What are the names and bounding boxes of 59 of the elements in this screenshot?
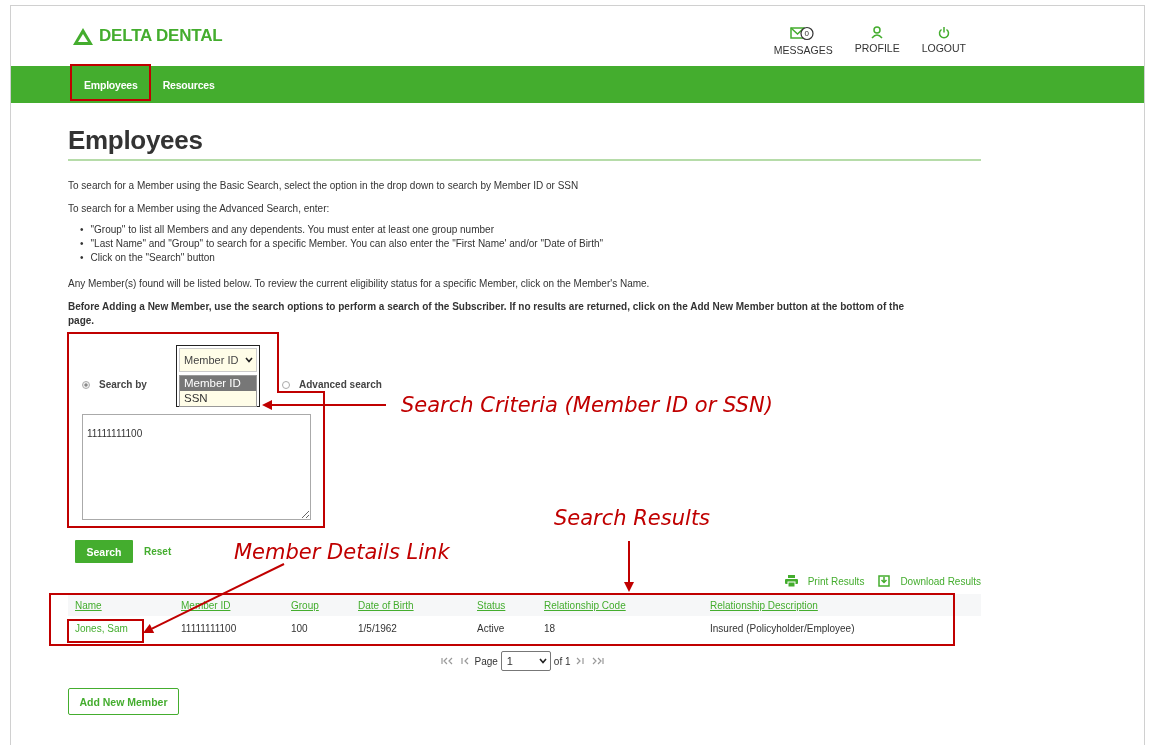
table-cell-text: 11111111100	[181, 623, 238, 634]
chevron-down-icon	[538, 658, 547, 664]
dropdown-option[interactable]: Member ID	[180, 376, 256, 391]
radio-button[interactable]: Advanced search	[282, 379, 382, 390]
search-input-field[interactable]: 11111111100	[82, 414, 311, 520]
printer-icon	[784, 575, 798, 587]
print-results-link[interactable]: Print Results	[784, 575, 865, 587]
radio-button[interactable]: Search by	[82, 379, 147, 390]
instruction-item: "Group" to list all Members and any dependents. You must enter at least one group number	[90, 223, 494, 237]
table-cell-text: Insured (Policyholder/Employee)	[710, 623, 856, 634]
reset-link[interactable]: Reset	[144, 546, 172, 557]
annotation-arrow	[624, 540, 634, 592]
person-icon	[871, 26, 884, 39]
page-title: Employees	[68, 125, 981, 161]
instruction-text: To search for a Member using the Basic Search, select the option in the drop down to search by Member ID or SSN	[68, 180, 580, 191]
search-button[interactable]: Search	[75, 540, 133, 563]
page-label: Page	[474, 655, 498, 667]
member-name-link[interactable]: Jones, Sam	[75, 623, 181, 634]
table-cell-text: 100	[291, 623, 309, 634]
instruction-item: Click on the "Search" button	[90, 251, 215, 265]
bullet-marker: •	[80, 251, 84, 265]
column-header[interactable]: Name	[75, 599, 181, 611]
add-new-member-button[interactable]: Add New Member	[68, 688, 179, 715]
search-type-dropdown[interactable]: Member ID	[179, 348, 257, 372]
column-header[interactable]: Date of Birth	[358, 599, 477, 611]
column-header[interactable]: Relationship Code	[544, 599, 710, 611]
download-results-link[interactable]: Download Results	[878, 575, 981, 587]
profile-link[interactable]: PROFILE	[854, 26, 900, 56]
last-page-icon[interactable]	[590, 656, 605, 666]
download-icon	[878, 575, 891, 587]
column-header[interactable]: Group	[291, 599, 358, 611]
bullet-marker: •	[80, 223, 84, 237]
table-cell-text: 1/5/1962	[358, 623, 398, 634]
triangle-logo-icon	[73, 27, 93, 45]
table-cell-text: 18	[544, 623, 557, 634]
table-cell-text: Active	[477, 623, 506, 634]
callout-label: Search Criteria (Member ID or SSN)	[401, 392, 773, 418]
instruction-item: "Last Name" and "Group" to search for a specific Member. You can also enter the "First Name' and/or "Date of Birth"	[90, 237, 604, 251]
nav-tab[interactable]: Resources	[151, 78, 229, 91]
brand-name: DELTA DENTAL	[99, 26, 223, 46]
page-total: of 1	[553, 655, 571, 667]
instruction-text: Any Member(s) found will be listed below. To review the current eligibility status for a specific Member, click on the Member's Name.	[68, 278, 651, 289]
column-header[interactable]: Status	[477, 599, 544, 611]
bullet-marker: •	[80, 237, 84, 251]
envelope-icon	[790, 26, 817, 41]
logout-link[interactable]: LOGOUT	[921, 26, 966, 56]
nav-tab[interactable]: Employees	[73, 78, 152, 91]
first-page-icon[interactable]	[440, 656, 455, 666]
callout-label: Search Results	[554, 505, 711, 531]
dropdown-option[interactable]: SSN	[180, 391, 256, 406]
power-icon	[937, 26, 950, 39]
warning-text: Before Adding a New Member, use the search options to perform a search of the Subscriber. If no results are returned, click on the Add New Member button at the bottom of the page.	[68, 300, 906, 328]
page-dropdown[interactable]: 1	[500, 651, 551, 671]
chevron-down-icon	[245, 357, 253, 363]
message-count: 0	[803, 28, 810, 39]
messages-link[interactable]: 0 MESSAGES	[773, 26, 833, 56]
column-header[interactable]: Relationship Description	[710, 599, 981, 611]
callout-label: Member Details Link	[234, 539, 450, 565]
instruction-text: To search for a Member using the Advanced Search, enter:	[68, 203, 331, 214]
